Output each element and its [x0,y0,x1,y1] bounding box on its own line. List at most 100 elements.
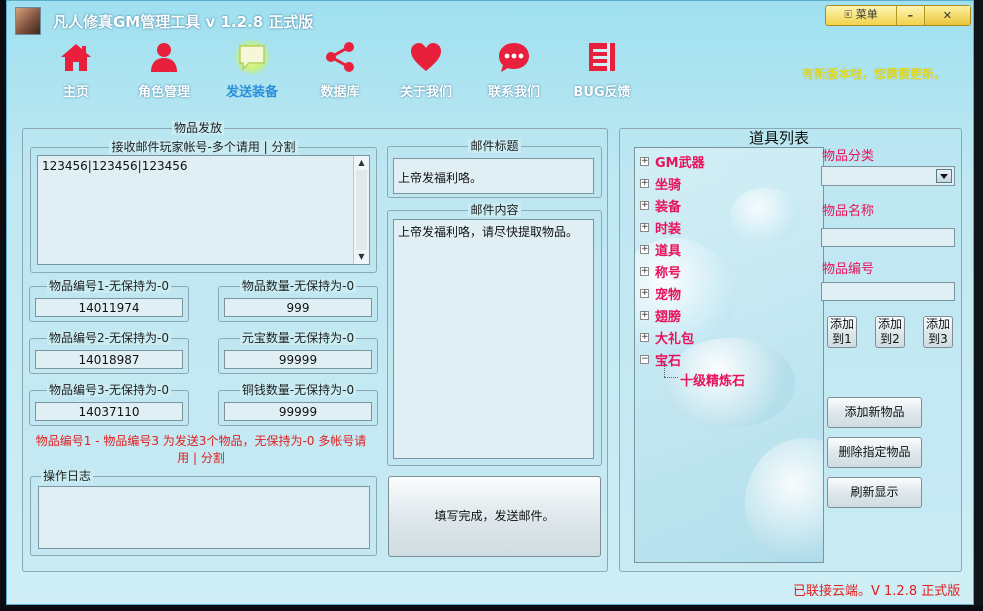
copper-input[interactable]: 99999 [224,402,372,421]
tree-connector [664,364,665,377]
title-controls: 🗉 菜单 – ✕ [825,5,971,26]
item-id-input[interactable] [821,282,955,301]
mail-subject-title: 邮件标题 [468,139,521,153]
nav-label: 联系我们 [487,85,540,100]
nav-item-contact[interactable]: 联系我们 [474,39,554,101]
expand-icon[interactable]: + [640,266,649,276]
share-icon [322,39,358,75]
tree-node[interactable]: + 大礼包 [640,328,694,347]
tree-node[interactable]: + 翅膀 [640,306,681,325]
bubble-decoration [730,188,800,243]
item2-title: 物品编号2-无保持为-0 [47,331,171,345]
connection-status: 已联接云端。V 1.2.8 正式版 [793,584,961,599]
window-title: 凡人修真GM管理工具 v 1.2.8 正式版 [53,13,314,31]
tree-node-label: 道具 [655,243,682,259]
mail-body-input[interactable]: 上帝发福利咯，请尽快提取物品。 [393,219,594,459]
menu-button[interactable]: 🗉 菜单 [826,6,898,25]
tree-node[interactable]: + 坐骑 [640,174,682,193]
collapse-icon[interactable]: − [640,354,649,364]
add-new-item-button[interactable]: 添加新物品 [827,397,922,428]
scroll-up-icon[interactable]: ▲ [354,156,369,170]
expand-icon[interactable]: + [640,222,649,232]
expand-icon[interactable]: + [640,310,649,320]
qty-title: 物品数量-无保持为-0 [239,279,357,293]
accounts-value: 123456|123456|123456 [42,159,188,173]
yuanbao-input[interactable]: 99999 [224,350,372,369]
mail-body-title: 邮件内容 [468,203,521,217]
refresh-button[interactable]: 刷新显示 [827,477,922,508]
category-select[interactable] [821,166,955,186]
item-tree[interactable]: + GM武器 + 坐骑 + 装备 + 时装 + 道具 + 称号 + 宠物 + 翅膀 + 大礼包 −… [634,147,824,563]
expand-icon[interactable]: + [640,178,649,188]
tree-node[interactable]: + 道具 [640,240,682,259]
person-icon [146,39,182,75]
scroll-down-icon[interactable]: ▼ [354,250,369,264]
item3-title: 物品编号3-无保持为-0 [47,383,171,397]
home-icon [58,39,94,75]
nav-label: 关于我们 [399,85,452,100]
tree-node-label: 宝石 [655,353,682,369]
nav-item-roles[interactable]: 角色管理 [124,39,204,101]
tree-node[interactable]: + GM武器 [640,152,705,171]
scroll-thumb[interactable] [356,170,367,250]
nav-label: 角色管理 [137,85,190,100]
log-output[interactable] [38,486,370,549]
desktop-edge-right [974,0,983,611]
chevron-down-icon[interactable] [936,169,952,183]
accounts-title: 接收邮件玩家帐号-多个请用 | 分割 [109,140,298,154]
tree-node-label: 时装 [655,221,682,237]
nav-label: 主页 [62,85,89,100]
chat-bubble-icon [234,39,270,75]
yuanbao-title: 元宝数量-无保持为-0 [239,331,357,345]
tree-node-label: 坐骑 [655,177,682,193]
nav-item-bug-report[interactable]: BUG反馈 [562,39,642,101]
minimize-button[interactable]: – [897,6,925,25]
nav-label: BUG反馈 [573,85,631,100]
accounts-scrollbar[interactable]: ▲ ▼ [353,156,369,264]
item2-input[interactable]: 14018987 [35,350,183,369]
tree-node[interactable]: + 称号 [640,262,682,281]
close-button[interactable]: ✕ [924,6,970,25]
app-avatar-icon [15,7,41,35]
group-title: 物品发放 [171,121,224,135]
desktop-edge-bottom [0,605,983,611]
tree-node-label: 称号 [655,265,682,281]
nav-item-home[interactable]: 主页 [36,39,116,101]
id-label: 物品编号 [822,262,875,277]
nav-item-database[interactable]: 数据库 [300,39,380,101]
tree-node[interactable]: + 装备 [640,196,682,215]
item3-input[interactable]: 14037110 [35,402,183,421]
nav-item-about[interactable]: 关于我们 [386,39,466,101]
tree-node[interactable]: − 宝石 [640,350,682,369]
add-to-2-button[interactable]: 添加 到2 [875,316,905,348]
item1-input[interactable]: 14011974 [35,298,183,317]
mail-subject-input[interactable]: 上帝发福利咯。 [393,158,594,194]
tree-node[interactable]: + 时装 [640,218,682,237]
add-to-1-button[interactable]: 添加 到1 [827,316,857,348]
qty-input[interactable]: 999 [224,298,372,317]
expand-icon[interactable]: + [640,244,649,254]
item1-title: 物品编号1-无保持为-0 [47,279,171,293]
message-dots-icon [496,39,532,75]
dispatch-hint: 物品编号1 - 物品编号3 为发送3个物品，无保持为-0 多帐号请用 | 分割 [35,434,367,465]
add-to-3-button[interactable]: 添加 到3 [923,316,953,348]
delete-item-button[interactable]: 删除指定物品 [827,437,922,468]
expand-icon[interactable]: + [640,156,649,166]
update-notice[interactable]: 有新版本啦，您需要更新。 [802,65,946,82]
accounts-input[interactable]: 123456|123456|123456 ▲ ▼ [37,155,370,265]
send-mail-button[interactable]: 填写完成，发送邮件。 [388,476,601,557]
copper-title: 铜钱数量-无保持为-0 [239,383,357,397]
expand-icon[interactable]: + [640,332,649,342]
expand-icon[interactable]: + [640,288,649,298]
name-label: 物品名称 [822,204,875,219]
item-name-input[interactable] [821,228,955,247]
tree-node[interactable]: + 宠物 [640,284,681,303]
grid-block-icon [584,39,620,75]
expand-icon[interactable]: + [640,200,649,210]
tree-leaf-item[interactable]: 十级精炼石 [680,370,745,389]
tree-node-label: 装备 [655,199,682,215]
nav-item-send-equipment[interactable]: 发送装备 [212,39,292,101]
tree-connector [664,377,678,378]
heart-icon [408,39,444,75]
tree-node-label: GM武器 [655,155,705,171]
